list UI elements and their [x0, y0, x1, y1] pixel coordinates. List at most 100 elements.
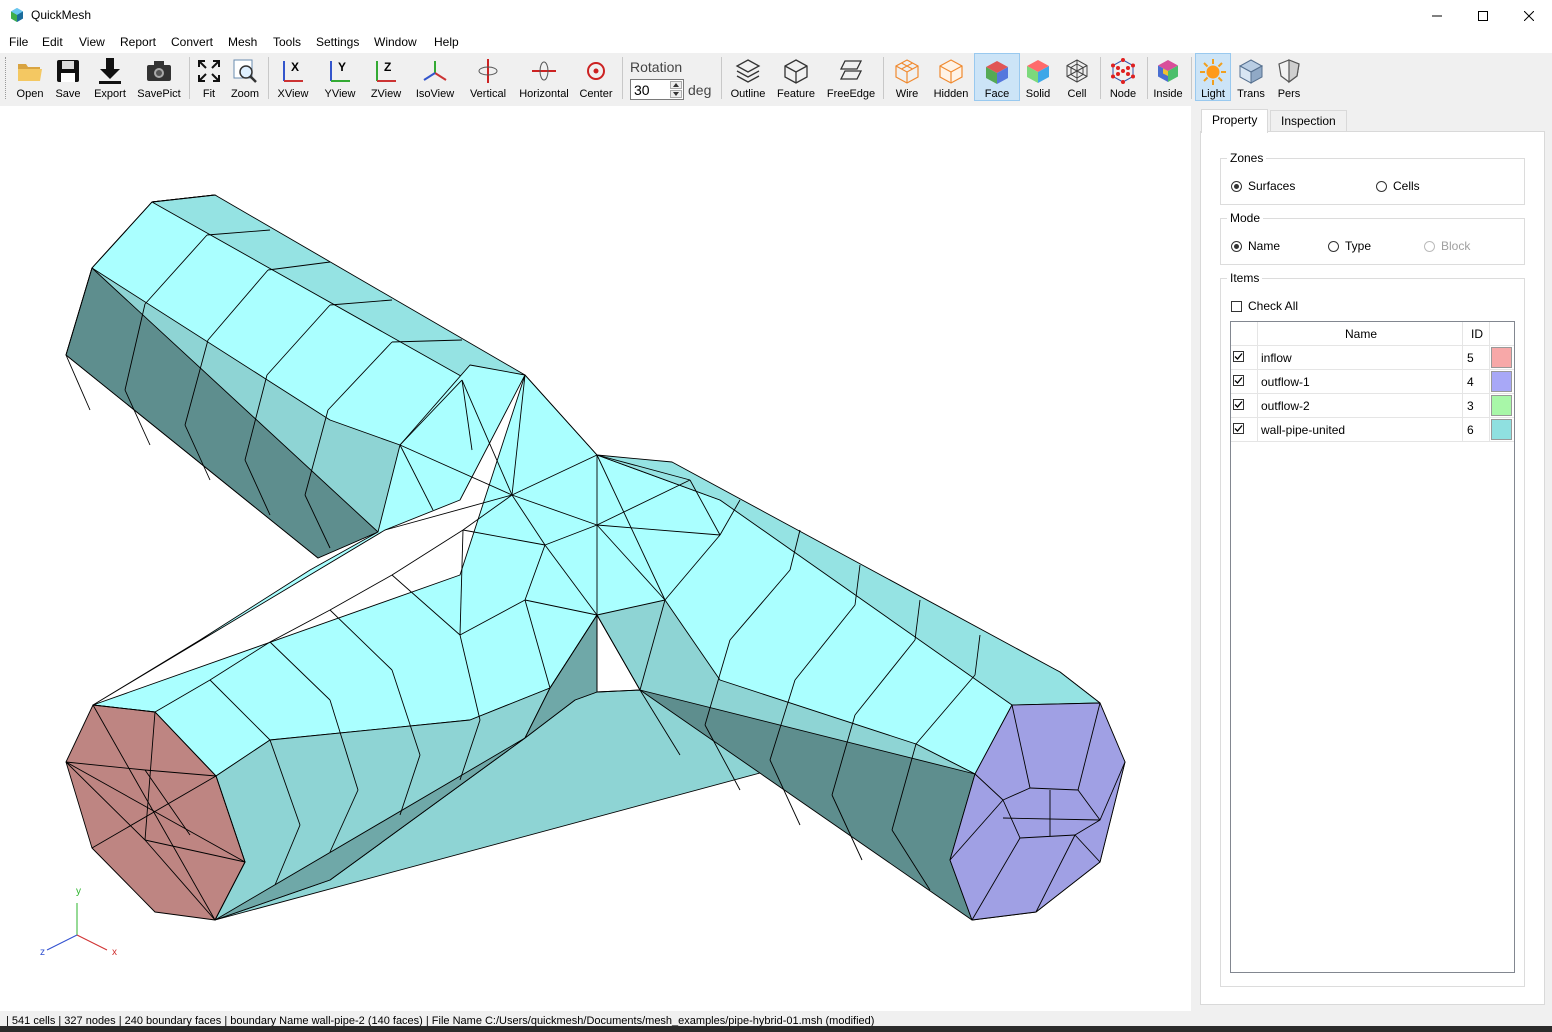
menu-convert[interactable]: Convert [171, 35, 213, 49]
item-checkbox[interactable] [1233, 423, 1244, 434]
item-row-outflow-1[interactable]: outflow-1 4 [1231, 370, 1514, 394]
xview-button[interactable]: X XView [273, 53, 313, 101]
trans-button[interactable]: Trans [1234, 53, 1268, 101]
wire-button[interactable]: Wire [888, 53, 926, 101]
mode-group: Mode Name Type Block [1220, 211, 1525, 265]
feature-button[interactable]: Feature [774, 53, 818, 101]
toolbar-separator [721, 57, 722, 99]
inside-hexagon-icon [1158, 60, 1178, 82]
free-edge-icon [839, 60, 863, 80]
zview-button[interactable]: Z ZView [366, 53, 406, 101]
outline-button[interactable]: Outline [726, 53, 770, 101]
item-row-inflow[interactable]: inflow 5 [1231, 346, 1514, 370]
item-id: 6 [1467, 423, 1474, 437]
check-all-checkbox[interactable]: Check All [1231, 299, 1298, 313]
hidden-button[interactable]: Hidden [930, 53, 972, 101]
vertical-button[interactable]: Vertical [466, 53, 510, 101]
item-id: 3 [1467, 399, 1474, 413]
menu-settings[interactable]: Settings [316, 35, 359, 49]
close-button[interactable] [1506, 0, 1552, 31]
radio-disabled-icon [1424, 240, 1435, 252]
horizontal-button[interactable]: Horizontal [516, 53, 572, 101]
pers-button[interactable]: Pers [1272, 53, 1306, 101]
rotation-value: 30 [634, 82, 650, 98]
items-list[interactable]: Name ID inflow 5 outflow-1 4 outflow-2 3… [1230, 321, 1515, 973]
radio-selected-icon [1231, 240, 1242, 252]
face-button[interactable]: Face [974, 53, 1020, 101]
tab-property[interactable]: Property [1201, 109, 1269, 133]
close-icon [1524, 10, 1534, 21]
window-title: QuickMesh [31, 8, 92, 22]
iso-view-axes-icon [423, 61, 447, 81]
sun-light-icon [1200, 58, 1226, 85]
item-color-swatch[interactable] [1491, 419, 1512, 440]
feature-cube-icon [784, 59, 808, 84]
item-color-swatch[interactable] [1491, 395, 1512, 416]
svg-text:Y: Y [338, 60, 346, 74]
mode-name-radio[interactable]: Name [1231, 239, 1280, 253]
menu-file[interactable]: File [9, 35, 28, 49]
export-button[interactable]: Export [90, 53, 130, 101]
tab-inspection[interactable]: Inspection [1270, 110, 1347, 132]
spin-up-button[interactable] [670, 81, 682, 89]
checkbox-empty-icon [1231, 300, 1242, 312]
mode-type-radio[interactable]: Type [1328, 239, 1371, 253]
camera-icon [147, 61, 171, 81]
mesh-viewport[interactable]: y x z [0, 106, 1191, 1011]
item-color-swatch[interactable] [1491, 371, 1512, 392]
toolbar-grip[interactable] [5, 57, 8, 99]
toolbar-separator [1147, 57, 1148, 99]
fit-button[interactable]: Fit [194, 53, 224, 101]
zoom-button[interactable]: Zoom [228, 53, 262, 101]
save-button[interactable]: Save [50, 53, 86, 101]
item-color-swatch[interactable] [1491, 347, 1512, 368]
menu-window[interactable]: Window [374, 35, 417, 49]
property-panel-body: Zones Surfaces Cells Mode Name Type Bloc… [1200, 131, 1545, 1005]
zones-cells-radio[interactable]: Cells [1376, 179, 1420, 193]
items-group: Items Check All Name ID inflow 5 outflow… [1220, 271, 1525, 987]
solid-button[interactable]: Solid [1020, 53, 1056, 101]
horizontal-rotate-icon [532, 61, 556, 81]
radio-selected-icon [1231, 180, 1242, 192]
spin-down-button[interactable] [670, 90, 682, 98]
minimize-button[interactable] [1414, 0, 1460, 31]
fit-expand-icon [198, 60, 220, 82]
item-row-wall-pipe-united[interactable]: wall-pipe-united 6 [1231, 418, 1514, 442]
solid-cube-icon [1027, 60, 1049, 83]
radio-empty-icon [1376, 180, 1387, 192]
light-button[interactable]: Light [1195, 53, 1231, 101]
zones-title: Zones [1227, 151, 1267, 165]
menu-mesh[interactable]: Mesh [228, 35, 257, 49]
node-button[interactable]: Node [1104, 53, 1142, 101]
yview-button[interactable]: Y YView [320, 53, 360, 101]
status-text: | 541 cells | 327 nodes | 240 boundary f… [6, 1015, 875, 1026]
item-checkbox[interactable] [1233, 375, 1244, 386]
hidden-cube-icon [939, 59, 963, 84]
column-name-header[interactable]: Name [1345, 327, 1377, 341]
savepict-button[interactable]: SavePict [136, 53, 182, 101]
center-button[interactable]: Center [576, 53, 616, 101]
freeedge-button[interactable]: FreeEdge [824, 53, 878, 101]
vertical-rotate-icon [478, 59, 498, 83]
checkmark-icon [1234, 353, 1243, 360]
item-checkbox[interactable] [1233, 351, 1244, 362]
rotation-spinbox[interactable]: 30 [630, 79, 684, 100]
menu-edit[interactable]: Edit [42, 35, 63, 49]
title-bar: QuickMesh [0, 0, 1552, 31]
column-id-header[interactable]: ID [1471, 327, 1483, 341]
menu-view[interactable]: View [79, 35, 105, 49]
cell-button[interactable]: Cell [1060, 53, 1094, 101]
open-button[interactable]: Open [12, 53, 48, 101]
zones-surfaces-radio[interactable]: Surfaces [1231, 179, 1295, 193]
menu-report[interactable]: Report [120, 35, 156, 49]
floppy-disk-icon [57, 60, 79, 82]
zoom-magnifier-icon [233, 59, 257, 83]
menu-help[interactable]: Help [434, 35, 459, 49]
toolbar-separator [268, 57, 269, 99]
inside-button[interactable]: Inside [1150, 53, 1186, 101]
maximize-button[interactable] [1460, 0, 1506, 31]
isoview-button[interactable]: IsoView [412, 53, 458, 101]
item-checkbox[interactable] [1233, 399, 1244, 410]
item-row-outflow-2[interactable]: outflow-2 3 [1231, 394, 1514, 418]
menu-tools[interactable]: Tools [273, 35, 301, 49]
